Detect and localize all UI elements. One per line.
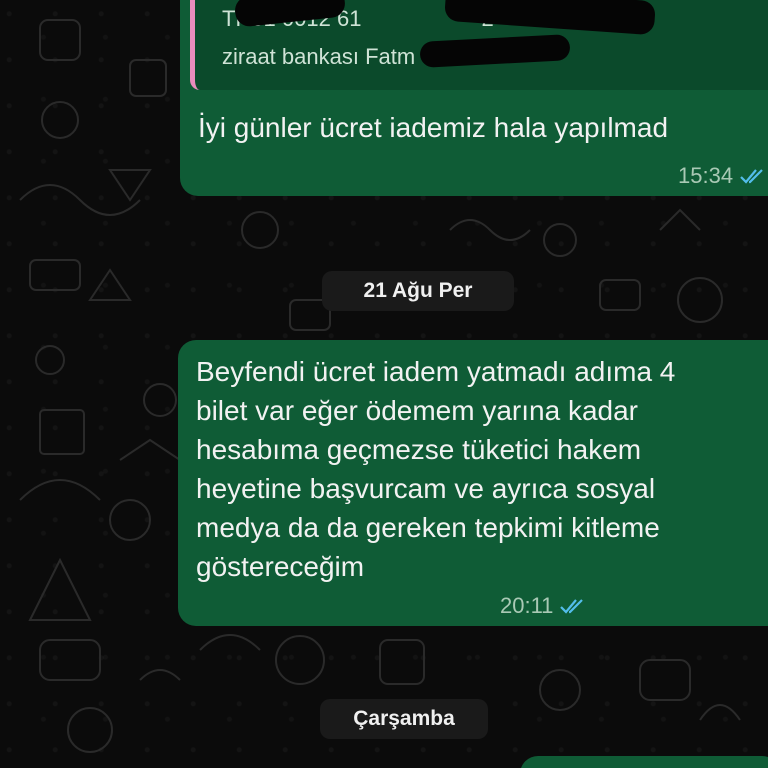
message-line: heyetine başvurcam ve ayrıca sosyal: [196, 473, 656, 504]
message-time: 20:11: [500, 593, 554, 618]
message-line: göstereceğim: [196, 551, 365, 582]
quoted-reply[interactable]: TR01 0012 612 ziraat bankası Fatmler: [190, 0, 768, 90]
message-text: İyi günler ücret iademiz hala yapılmad: [198, 112, 669, 143]
outgoing-message-bubble[interactable]: Beyfendi ücret iadem yatmadı adıma 4 bil…: [178, 340, 768, 626]
message-text: Beyfendi ücret iadem yatmadı adıma 4 bil…: [196, 352, 768, 586]
message-meta: 15:34: [678, 163, 767, 189]
double-check-icon: [740, 169, 763, 184]
message-meta: 20:11: [500, 593, 587, 619]
double-check-icon: [560, 599, 584, 614]
date-separator: 21 Ağu Per: [322, 271, 514, 311]
message-line: Beyfendi ücret iadem yatmadı adıma 4: [196, 356, 676, 387]
message-time: 15:34: [678, 163, 734, 188]
redaction-scribble: [419, 34, 571, 68]
outgoing-message-bubble-partial[interactable]: [520, 756, 768, 768]
outgoing-message-bubble[interactable]: TR01 0012 612 ziraat bankası Fatmler İyi…: [180, 0, 768, 196]
quoted-text-start-2: ziraat bankası Fatm: [222, 44, 416, 69]
message-line: hesabıma geçmezse tüketici hakem: [196, 434, 642, 465]
date-separator: Çarşamba: [320, 699, 488, 739]
message-line: bilet var eğer ödemem yarına kadar: [196, 395, 638, 426]
chat-view[interactable]: TR01 0012 612 ziraat bankası Fatmler İyi…: [0, 0, 768, 768]
message-line: medya da da gereken tepkimi kitleme: [196, 512, 660, 543]
